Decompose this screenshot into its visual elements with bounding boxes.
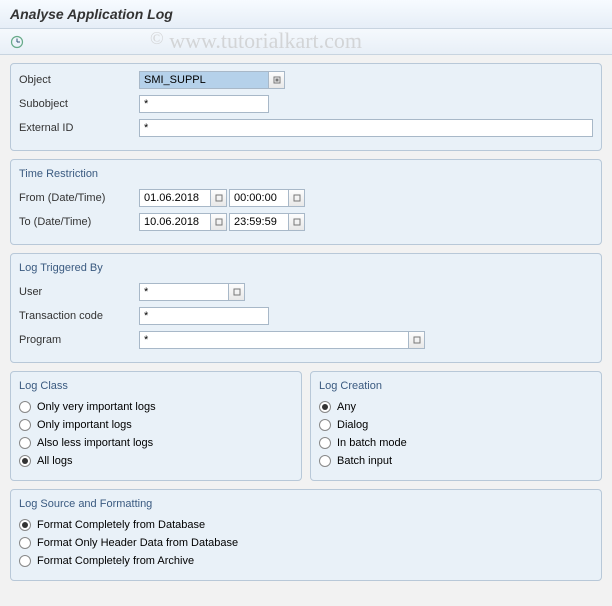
radio-input[interactable] (19, 537, 31, 549)
log-triggered-panel: Log Triggered By User Transaction code P… (10, 253, 602, 363)
to-date-input[interactable] (139, 213, 211, 231)
radio-input[interactable] (19, 519, 31, 531)
external-id-input[interactable] (139, 119, 593, 137)
radio-label: Format Completely from Archive (37, 555, 194, 567)
from-date-input[interactable] (139, 189, 211, 207)
time-restriction-title: Time Restriction (19, 166, 593, 182)
radio-input[interactable] (19, 401, 31, 413)
radio-label: Batch input (337, 455, 392, 467)
log-class-opt1[interactable]: Only very important logs (19, 400, 293, 414)
radio-input[interactable] (19, 455, 31, 467)
toolbar (0, 29, 612, 55)
radio-input[interactable] (319, 401, 331, 413)
f4-icon (293, 218, 301, 226)
radio-input[interactable] (19, 555, 31, 567)
object-panel: Object Subobject External ID (10, 63, 602, 151)
to-time-input[interactable] (229, 213, 289, 231)
clock-execute-icon (10, 35, 24, 49)
object-label: Object (19, 74, 139, 86)
radio-label: Any (337, 401, 356, 413)
from-label: From (Date/Time) (19, 192, 139, 204)
page-title: Analyse Application Log (0, 0, 612, 29)
program-f4-button[interactable] (409, 331, 425, 349)
user-label: User (19, 286, 139, 298)
program-label: Program (19, 334, 139, 346)
from-time-f4-button[interactable] (289, 189, 305, 207)
f4-icon (293, 194, 301, 202)
f4-icon (413, 336, 421, 344)
object-f4-button[interactable] (269, 71, 285, 89)
log-source-opt3[interactable]: Format Completely from Archive (19, 554, 593, 568)
content-area: Object Subobject External ID Time Restri… (0, 55, 612, 597)
log-creation-opt1[interactable]: Any (319, 400, 593, 414)
f4-icon (215, 218, 223, 226)
radio-label: Format Completely from Database (37, 519, 205, 531)
from-date-f4-button[interactable] (211, 189, 227, 207)
radio-label: Format Only Header Data from Database (37, 537, 238, 549)
radio-input[interactable] (319, 437, 331, 449)
log-creation-opt4[interactable]: Batch input (319, 454, 593, 468)
radio-label: All logs (37, 455, 72, 467)
tcode-label: Transaction code (19, 310, 139, 322)
radio-label: In batch mode (337, 437, 407, 449)
radio-input[interactable] (319, 419, 331, 431)
radio-input[interactable] (19, 437, 31, 449)
radio-label: Only important logs (37, 419, 132, 431)
log-source-opt1[interactable]: Format Completely from Database (19, 518, 593, 532)
log-class-opt4[interactable]: All logs (19, 454, 293, 468)
log-class-title: Log Class (19, 378, 293, 394)
time-restriction-panel: Time Restriction From (Date/Time) To (Da… (10, 159, 602, 245)
to-time-f4-button[interactable] (289, 213, 305, 231)
log-triggered-title: Log Triggered By (19, 260, 593, 276)
from-time-input[interactable] (229, 189, 289, 207)
radio-input[interactable] (19, 419, 31, 431)
f4-icon (215, 194, 223, 202)
f4-icon (233, 288, 241, 296)
user-input[interactable] (139, 283, 229, 301)
log-class-opt3[interactable]: Also less important logs (19, 436, 293, 450)
to-label: To (Date/Time) (19, 216, 139, 228)
radio-input[interactable] (319, 455, 331, 467)
radio-label: Only very important logs (37, 401, 156, 413)
user-f4-button[interactable] (229, 283, 245, 301)
radio-label: Also less important logs (37, 437, 153, 449)
subobject-input[interactable] (139, 95, 269, 113)
log-class-panel: Log Class Only very important logs Only … (10, 371, 302, 481)
subobject-label: Subobject (19, 98, 139, 110)
log-source-title: Log Source and Formatting (19, 496, 593, 512)
f4-icon (273, 76, 281, 84)
log-creation-title: Log Creation (319, 378, 593, 394)
radio-label: Dialog (337, 419, 368, 431)
to-date-f4-button[interactable] (211, 213, 227, 231)
log-source-opt2[interactable]: Format Only Header Data from Database (19, 536, 593, 550)
program-input[interactable] (139, 331, 409, 349)
log-class-opt2[interactable]: Only important logs (19, 418, 293, 432)
external-id-label: External ID (19, 122, 139, 134)
log-creation-panel: Log Creation Any Dialog In batch mode Ba… (310, 371, 602, 481)
log-creation-opt2[interactable]: Dialog (319, 418, 593, 432)
tcode-input[interactable] (139, 307, 269, 325)
log-source-panel: Log Source and Formatting Format Complet… (10, 489, 602, 581)
log-creation-opt3[interactable]: In batch mode (319, 436, 593, 450)
object-input[interactable] (139, 71, 269, 89)
execute-button[interactable] (8, 33, 26, 51)
